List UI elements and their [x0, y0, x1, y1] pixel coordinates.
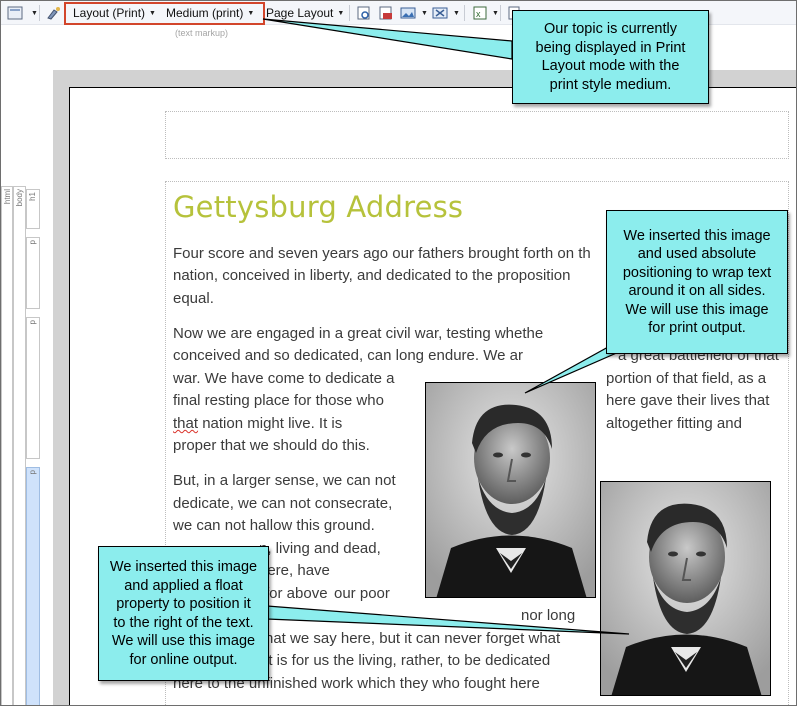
- chevron-down-icon[interactable]: ▼: [453, 10, 460, 17]
- callout-print-mode: Our topic is currently being displayed i…: [512, 10, 709, 104]
- paragraph-line: portion of that field, as a: [606, 370, 767, 387]
- structure-bar-p-selected[interactable]: p: [26, 467, 40, 705]
- excel-icon[interactable]: x: [472, 6, 488, 20]
- paragraph-line: hat we say here, but it can never forget…: [265, 630, 561, 647]
- paragraph-line: altogether fitting and: [606, 415, 742, 432]
- callout-float-image: We inserted this image and applied a flo…: [98, 546, 269, 681]
- paragraph-line: final resting place for those who: [173, 392, 384, 409]
- page-layout-dropdown[interactable]: Page Layout ▼: [266, 4, 344, 22]
- remove-image-icon[interactable]: [432, 6, 448, 20]
- structure-bar-p[interactable]: p: [26, 317, 40, 459]
- paragraph-line: But, in a larger sense, we can not: [173, 472, 396, 489]
- structure-bar-h1[interactable]: h1: [26, 189, 40, 229]
- portrait-image-float[interactable]: [600, 481, 771, 696]
- paragraph-line: we can not hallow this ground.: [173, 517, 375, 534]
- paragraph-line: our poor: [334, 585, 390, 602]
- portrait-image-absolute[interactable]: [425, 382, 596, 598]
- chevron-down-icon[interactable]: ▼: [31, 10, 38, 17]
- structure-bar-html[interactable]: html: [1, 186, 13, 705]
- paragraph-line: for above: [265, 585, 328, 602]
- callout-text: Our topic is currently being displayed i…: [535, 21, 686, 93]
- editor-window: ▼ Layout (Print) ▼ Medium (print) ▼ Page L…: [0, 0, 797, 706]
- view-icon[interactable]: [7, 6, 23, 20]
- callout-absolute-image: We inserted this image and used absolute…: [606, 210, 788, 354]
- paragraph-line: nor long: [521, 607, 576, 624]
- document-title: Gettysburg Address: [173, 190, 464, 224]
- paragraph-line: dedicate, we can not consecrate,: [173, 495, 393, 512]
- paragraph-line: here, have: [259, 562, 330, 579]
- layout-highlight-box: [64, 2, 265, 25]
- chevron-down-icon[interactable]: ▼: [492, 10, 499, 17]
- pdf-icon[interactable]: [378, 6, 394, 20]
- paragraph-line: nation, conceived in liberty, and dedica…: [173, 267, 571, 284]
- text-markup-label: (text markup): [175, 28, 229, 38]
- callout-text: We inserted this image and used absolute…: [622, 227, 772, 337]
- callout-text: We inserted this image and applied a flo…: [109, 559, 258, 668]
- paragraph-line: equal.: [173, 290, 214, 307]
- paragraph-line: proper that we should do this.: [173, 437, 370, 454]
- callout-pointer-print-mode: [262, 18, 513, 60]
- structure-bar-body[interactable]: body: [13, 186, 26, 705]
- page-header-region[interactable]: [165, 111, 789, 159]
- structure-bar-p[interactable]: p: [26, 237, 40, 309]
- paragraph-line: war. We have come to dedicate a: [173, 370, 395, 387]
- print-preview-icon[interactable]: [356, 6, 372, 20]
- paragraph-line: Four score and seven years ago our fathe…: [173, 245, 591, 262]
- misspelled-word[interactable]: that: [173, 415, 198, 432]
- format-painter-icon[interactable]: [46, 6, 62, 20]
- svg-text:x: x: [476, 9, 481, 19]
- paragraph-line: it is for us the living, rather, to be d…: [265, 652, 551, 669]
- paragraph-line: n, living and dead,: [259, 540, 381, 557]
- insert-image-icon[interactable]: [400, 6, 416, 20]
- page-layout-dropdown-label: Page Layout: [266, 6, 334, 20]
- line-rest: nation might live. It is: [198, 415, 343, 432]
- paragraph-line: here gave their lives that: [606, 392, 770, 409]
- chevron-down-icon[interactable]: ▼: [421, 10, 428, 17]
- chevron-down-icon: ▼: [337, 9, 345, 17]
- paragraph-line: Now we are engaged in a great civil war,…: [173, 325, 544, 342]
- paragraph-line: conceived and so dedicated, can long end…: [173, 347, 523, 364]
- paragraph-line: that nation might live. It is: [173, 413, 342, 436]
